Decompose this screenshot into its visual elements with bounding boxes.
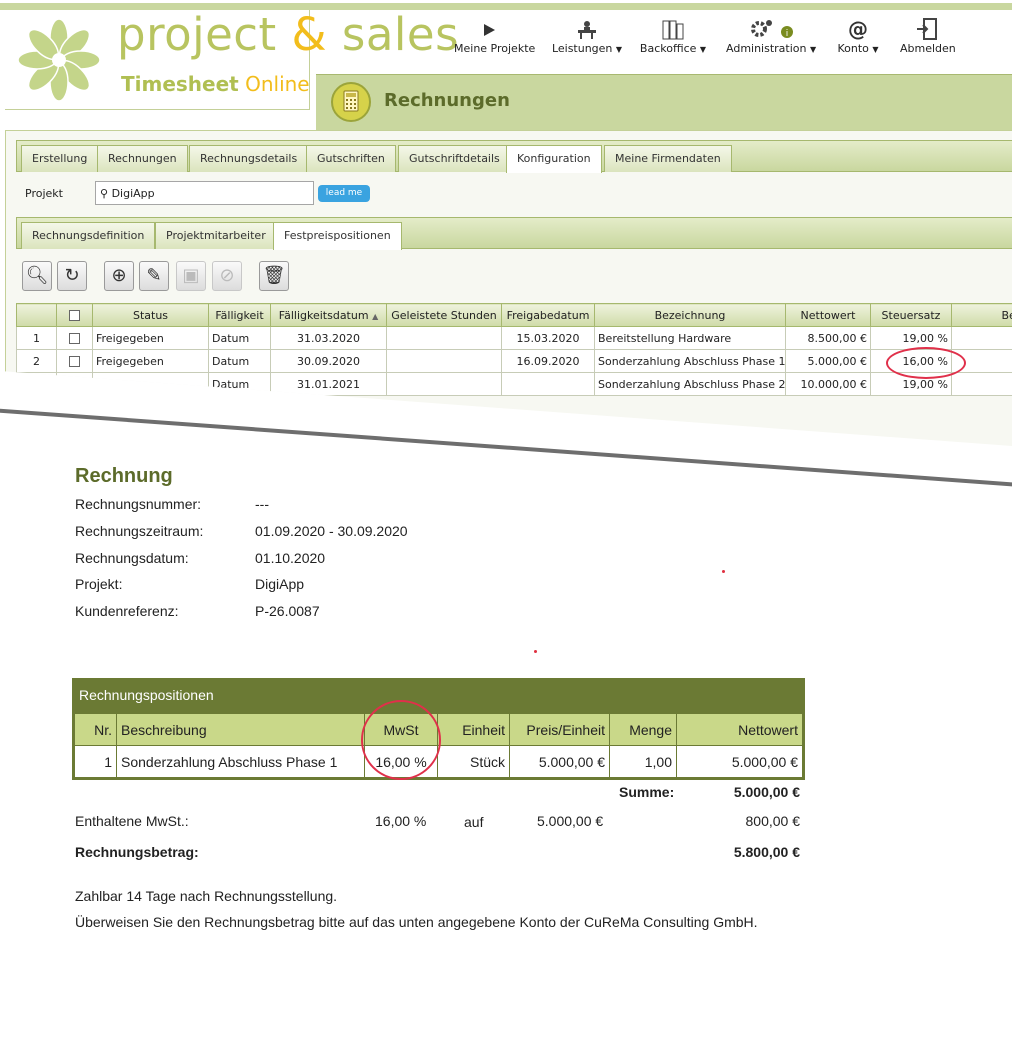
field-rechnungsnummer: Rechnungsnummer: ---	[75, 496, 269, 512]
mwst-rate: 16,00 %	[375, 813, 427, 829]
red-dot	[722, 570, 725, 573]
summe-value: 5.000,00 €	[733, 784, 800, 800]
rechnungsbetrag-label: Rechnungsbetrag:	[75, 844, 199, 860]
highlight-circle-mwst	[361, 700, 441, 780]
field-rechnungsdatum: Rechnungsdatum: 01.10.2020	[75, 550, 326, 566]
payment-note: Zahlbar 14 Tage nach Rechnungsstellung.	[75, 888, 338, 904]
red-dot	[534, 650, 537, 653]
positions-title: Rechnungspositionen	[74, 680, 803, 713]
transfer-note: Überweisen Sie den Rechnungsbetrag bitte…	[75, 914, 758, 930]
field-projekt: Projekt: DigiApp	[75, 576, 305, 592]
summe-label: Summe:	[619, 784, 675, 800]
mwst-label: Enthaltene MwSt.:	[75, 813, 189, 829]
field-rechnungszeitraum: Rechnungszeitraum: 01.09.2020 - 30.09.202…	[75, 523, 408, 539]
field-kundenreferenz: Kundenreferenz: P-26.0087	[75, 603, 320, 619]
invoice-title: Rechnung	[75, 465, 173, 487]
rechnungsbetrag-value: 5.800,00 €	[733, 844, 800, 860]
mwst-betrag: 800,00 €	[745, 813, 801, 829]
mwst-basis: 5.000,00 €	[537, 813, 604, 829]
mwst-auf: auf	[464, 814, 484, 830]
invoice-document: Rechnung Rechnungsnummer: --- Rechnungsze…	[0, 0, 1012, 1058]
